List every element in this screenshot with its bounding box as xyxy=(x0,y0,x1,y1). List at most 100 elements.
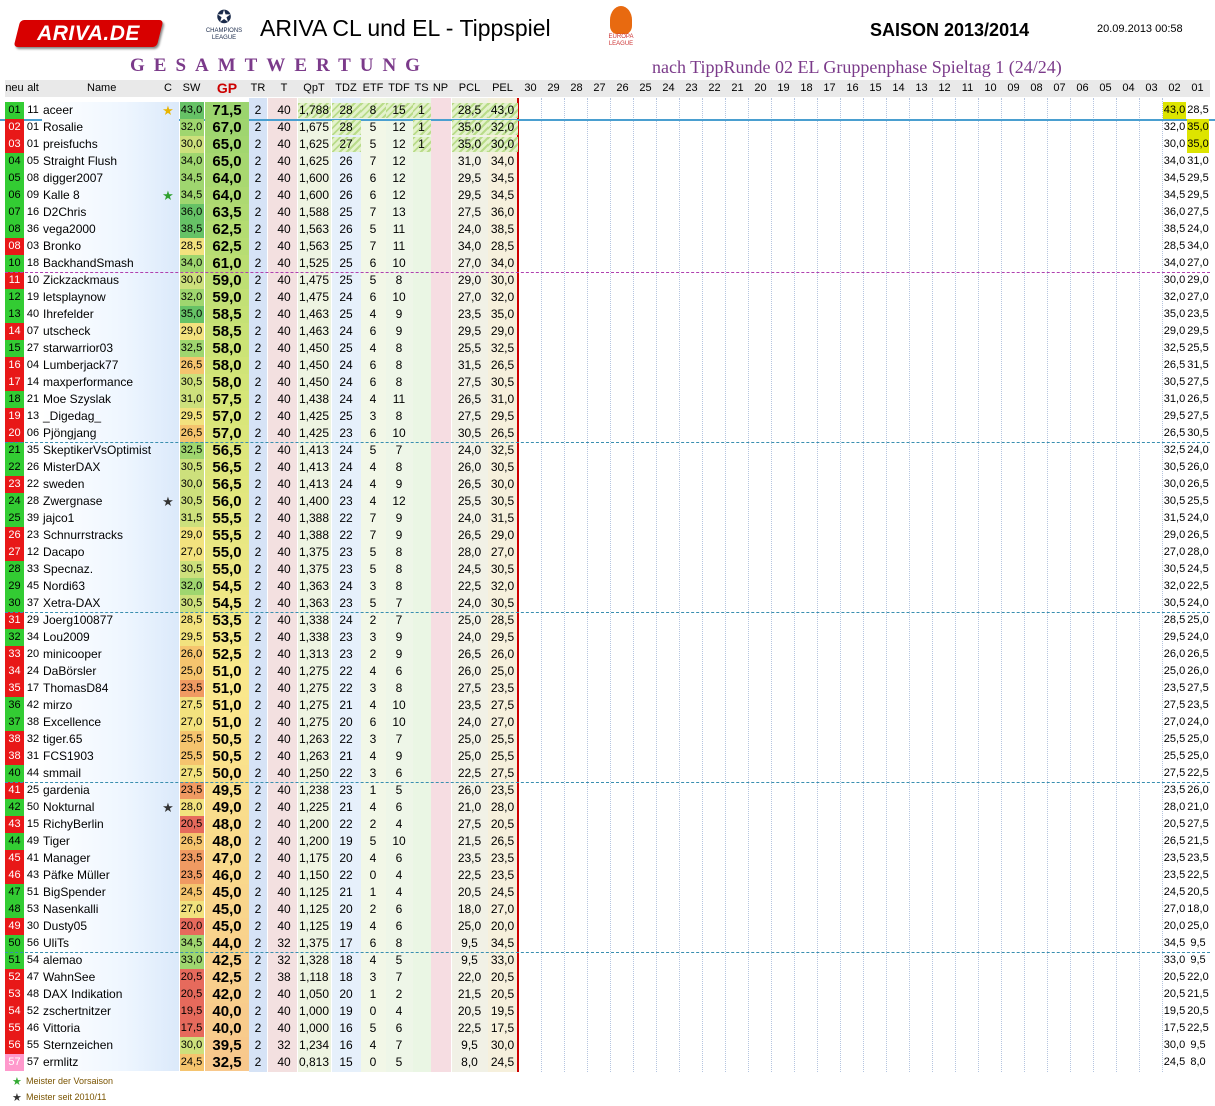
round-header-28[interactable]: 28 xyxy=(565,80,588,97)
round-header-02[interactable]: 02 xyxy=(1163,80,1186,97)
cell-name[interactable]: mirzo xyxy=(43,697,167,714)
cell-name[interactable]: ThomasD84 xyxy=(43,680,167,697)
cell-name[interactable]: Dusty05 xyxy=(43,918,167,935)
table-row[interactable]: 07 16 D2Chris 36,0 63,5 2 40 1,588 25 7 13 27,5 36,0… xyxy=(0,204,1215,221)
table-row[interactable]: 46 43 Päfke Müller 23,5 46,0 2 40 1,150 22 0 4 22,5… xyxy=(0,867,1215,884)
cell-name[interactable]: Vittoria xyxy=(43,1020,167,1037)
round-header-24[interactable]: 24 xyxy=(657,80,680,97)
round-header-25[interactable]: 25 xyxy=(634,80,657,97)
cell-name[interactable]: vega2000 xyxy=(43,221,167,238)
cell-name[interactable]: gardenia xyxy=(43,782,167,799)
round-header-17[interactable]: 17 xyxy=(818,80,841,97)
col-header-np[interactable]: NP xyxy=(431,80,450,97)
cell-name[interactable]: sweden xyxy=(43,476,167,493)
cell-name[interactable]: DaBörsler xyxy=(43,663,167,680)
table-row[interactable]: 49 30 Dusty05 20,0 45,0 2 40 1,125 19 4 6 25,0 20,0 2… xyxy=(0,918,1215,935)
round-header-29[interactable]: 29 xyxy=(542,80,565,97)
cell-name[interactable]: Xetra-DAX xyxy=(43,595,167,612)
table-row[interactable]: 06 09 Kalle 8 34,5 64,0 2 40 1,600 26 6 12 29,5 34,5… xyxy=(0,187,1215,204)
col-header-tdz[interactable]: TDZ xyxy=(332,80,360,97)
cell-name[interactable]: DAX Indikation xyxy=(43,986,167,1003)
cell-name[interactable]: Sternzeichen xyxy=(43,1037,167,1054)
round-header-10[interactable]: 10 xyxy=(979,80,1002,97)
cell-name[interactable]: utscheck xyxy=(43,323,167,340)
table-row[interactable]: 10 18 BackhandSmash 34,0 61,0 2 40 1,525 25 6 10 27… xyxy=(0,255,1215,272)
cell-name[interactable]: FCS1903 xyxy=(43,748,167,765)
table-row[interactable]: 51 54 alemao 33,0 42,5 2 32 1,328 18 4 5 9,5 33,0 33,… xyxy=(0,952,1215,969)
round-header-27[interactable]: 27 xyxy=(588,80,611,97)
table-row[interactable]: 11 10 Zickzackmaus 30,0 59,0 2 40 1,475 25 5 8 29,0… xyxy=(0,272,1215,289)
table-row[interactable]: 38 32 tiger.65 25,5 50,5 2 40 1,263 22 3 7 25,0 25,5… xyxy=(0,731,1215,748)
round-header-19[interactable]: 19 xyxy=(772,80,795,97)
table-row[interactable]: 55 46 Vittoria 17,5 40,0 2 40 1,000 16 5 6 22,5 17,5… xyxy=(0,1020,1215,1037)
round-header-08[interactable]: 08 xyxy=(1025,80,1048,97)
table-row[interactable]: 45 41 Manager 23,5 47,0 2 40 1,175 20 4 6 23,5 23,5 2… xyxy=(0,850,1215,867)
table-row[interactable]: 08 36 vega2000 38,5 62,5 2 40 1,563 26 5 11 24,0 38,… xyxy=(0,221,1215,238)
table-row[interactable]: 18 21 Moe Szyslak 31,0 57,5 2 40 1,438 24 4 11 26,5… xyxy=(0,391,1215,408)
cell-name[interactable]: Zickzackmaus xyxy=(43,272,167,289)
cell-name[interactable]: alemao xyxy=(43,952,167,969)
cell-name[interactable]: BigSpender xyxy=(43,884,167,901)
table-row[interactable]: 23 22 sweden 30,0 56,5 2 40 1,413 24 4 9 26,5 30,0 30… xyxy=(0,476,1215,493)
table-row[interactable]: 26 23 Schnurrstracks 29,0 55,5 2 40 1,388 22 7 9 26… xyxy=(0,527,1215,544)
cell-name[interactable]: UliTs xyxy=(43,935,167,952)
table-row[interactable]: 41 25 gardenia 23,5 49,5 2 40 1,238 23 1 5 26,0 23,5… xyxy=(0,782,1215,799)
cell-name[interactable]: Nordi63 xyxy=(43,578,167,595)
col-header-t[interactable]: T xyxy=(273,80,295,97)
table-row[interactable]: 15 27 starwarrior03 32,5 58,0 2 40 1,450 25 4 8 25,… xyxy=(0,340,1215,357)
col-header-alt[interactable]: alt xyxy=(25,80,41,97)
table-row[interactable]: 29 45 Nordi63 32,0 54,5 2 40 1,363 24 3 8 22,5 32,0 3… xyxy=(0,578,1215,595)
round-header-23[interactable]: 23 xyxy=(680,80,703,97)
table-row[interactable]: 56 55 Sternzeichen 30,0 39,5 2 32 1,234 16 4 7 9,5 3… xyxy=(0,1037,1215,1054)
cell-name[interactable]: tiger.65 xyxy=(43,731,167,748)
table-row[interactable]: 02 01 Rosalie 32,0 67,0 2 40 1,675 28 5 12 1 35,0 32,… xyxy=(0,119,1215,136)
cell-name[interactable]: Nasenkalli xyxy=(43,901,167,918)
ariva-logo[interactable]: ARIVA.DE xyxy=(13,20,164,47)
cell-name[interactable]: Rosalie xyxy=(43,119,167,136)
table-row[interactable]: 28 33 Specnaz. 30,5 55,0 2 40 1,375 23 5 8 24,5 30,5… xyxy=(0,561,1215,578)
table-row[interactable]: 34 24 DaBörsler 25,0 51,0 2 40 1,275 22 4 6 26,0 25,… xyxy=(0,663,1215,680)
table-row[interactable]: 30 37 Xetra-DAX 30,5 54,5 2 40 1,363 23 5 7 24,0 30,… xyxy=(0,595,1215,612)
round-header-12[interactable]: 12 xyxy=(933,80,956,97)
table-row[interactable]: 03 01 preisfuchs 30,0 65,0 2 40 1,625 27 5 12 1 35,0… xyxy=(0,136,1215,153)
col-header-pcl[interactable]: PCL xyxy=(452,80,487,97)
col-header-tr[interactable]: TR xyxy=(249,80,267,97)
cell-name[interactable]: minicooper xyxy=(43,646,167,663)
table-row[interactable]: 47 51 BigSpender 24,5 45,0 2 40 1,125 21 1 4 20,5 24… xyxy=(0,884,1215,901)
cell-name[interactable]: Päfke Müller xyxy=(43,867,167,884)
round-header-15[interactable]: 15 xyxy=(864,80,887,97)
cell-name[interactable]: Ihrefelder xyxy=(43,306,167,323)
cell-name[interactable]: Lou2009 xyxy=(43,629,167,646)
cell-name[interactable]: zschertnitzer xyxy=(43,1003,167,1020)
round-header-13[interactable]: 13 xyxy=(910,80,933,97)
cell-name[interactable]: jajco1 xyxy=(43,510,167,527)
round-header-20[interactable]: 20 xyxy=(749,80,772,97)
cell-name[interactable]: Moe Szyslak xyxy=(43,391,167,408)
round-header-26[interactable]: 26 xyxy=(611,80,634,97)
cell-name[interactable]: digger2007 xyxy=(43,170,167,187)
cell-name[interactable]: RichyBerlin xyxy=(43,816,167,833)
table-row[interactable]: 44 49 Tiger 26,5 48,0 2 40 1,200 19 5 10 21,5 26,5 26… xyxy=(0,833,1215,850)
table-row[interactable]: 14 07 utscheck 29,0 58,5 2 40 1,463 24 6 9 29,5 29,0… xyxy=(0,323,1215,340)
cell-name[interactable]: Bronko xyxy=(43,238,167,255)
table-row[interactable]: 13 40 Ihrefelder 35,0 58,5 2 40 1,463 25 4 9 23,5 35… xyxy=(0,306,1215,323)
cell-name[interactable]: Dacapo xyxy=(43,544,167,561)
table-row[interactable]: 53 48 DAX Indikation 20,5 42,0 2 40 1,050 20 1 2 21… xyxy=(0,986,1215,1003)
cell-name[interactable]: preisfuchs xyxy=(43,136,167,153)
table-row[interactable]: 50 56 UliTs 34,5 44,0 2 32 1,375 17 6 8 9,5 34,5 34,5… xyxy=(0,935,1215,952)
cell-name[interactable]: Lumberjack77 xyxy=(43,357,167,374)
col-header-sw[interactable]: SW xyxy=(179,80,204,97)
cell-name[interactable]: letsplaynow xyxy=(43,289,167,306)
table-row[interactable]: 35 17 ThomasD84 23,5 51,0 2 40 1,275 22 3 8 27,5 23,… xyxy=(0,680,1215,697)
cell-name[interactable]: Joerg100877 xyxy=(43,612,167,629)
col-header-name[interactable]: Name xyxy=(43,80,153,97)
table-row[interactable]: 52 47 WahnSee 20,5 42,5 2 38 1,118 18 3 7 22,0 20,5 2… xyxy=(0,969,1215,986)
table-row[interactable]: 36 42 mirzo 27,5 51,0 2 40 1,275 21 4 10 23,5 27,5 27… xyxy=(0,697,1215,714)
cell-name[interactable]: Excellence xyxy=(43,714,167,731)
cell-name[interactable]: Kalle 8 xyxy=(43,187,167,204)
table-row[interactable]: 27 12 Dacapo 27,0 55,0 2 40 1,375 23 5 8 28,0 27,0 27… xyxy=(0,544,1215,561)
table-row[interactable]: 22 26 MisterDAX 30,5 56,5 2 40 1,413 24 4 8 26,0 30,… xyxy=(0,459,1215,476)
table-row[interactable]: 20 06 Pjöngjang 26,5 57,0 2 40 1,425 23 6 10 30,5 26… xyxy=(0,425,1215,442)
round-header-07[interactable]: 07 xyxy=(1048,80,1071,97)
cell-name[interactable]: starwarrior03 xyxy=(43,340,167,357)
